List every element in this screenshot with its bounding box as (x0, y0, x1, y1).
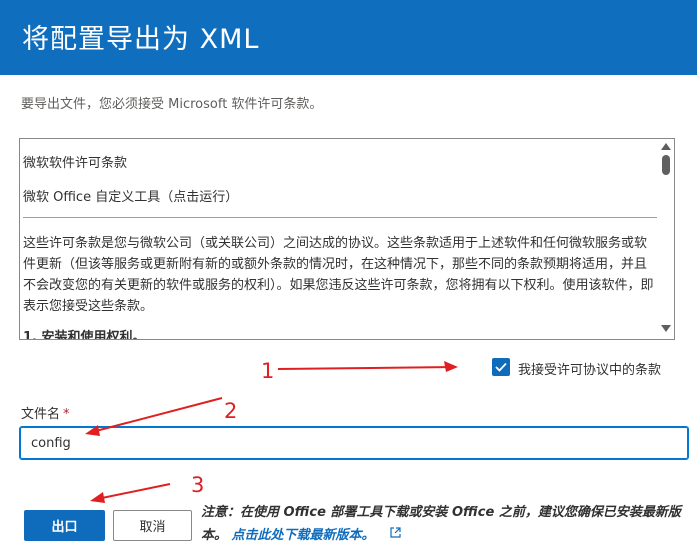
annotation-arrow-3 (90, 483, 171, 503)
annotation-number-3: 3 (191, 473, 205, 497)
annotation-arrow-1 (277, 361, 458, 372)
annotation-arrows (85, 361, 458, 503)
annotation-arrow-2 (85, 397, 223, 436)
annotation-number-1: 1 (261, 359, 275, 383)
annotation-number-2: 2 (224, 399, 238, 423)
